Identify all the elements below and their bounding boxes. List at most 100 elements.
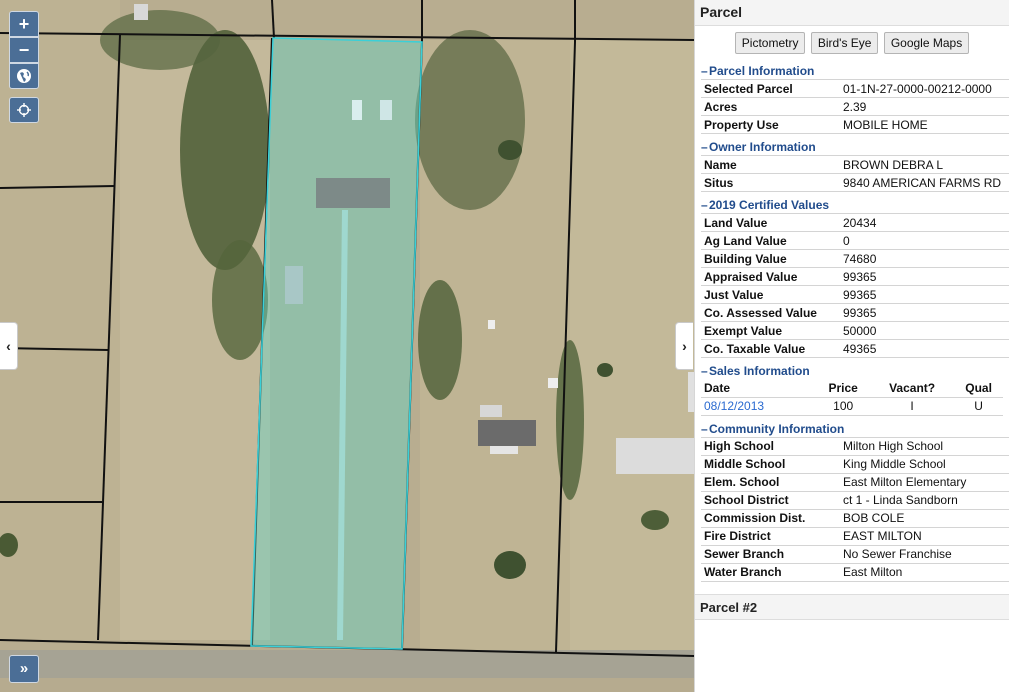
collapse-left-tab[interactable]: ‹ xyxy=(0,322,18,370)
table-row: Co. Assessed Value 99365 xyxy=(701,303,1009,322)
row-label: Selected Parcel xyxy=(701,79,840,98)
certified-values-header[interactable]: –2019 Certified Values xyxy=(695,192,1009,213)
row-label: Co. Taxable Value xyxy=(701,339,840,358)
table-row: Fire District EAST MILTON xyxy=(701,527,1009,546)
row-value: 50000 xyxy=(840,321,1009,340)
row-value: 49365 xyxy=(840,339,1009,358)
table-header-row: Date Price Vacant? Qual xyxy=(701,379,1003,398)
birds-eye-button[interactable]: Bird's Eye xyxy=(810,32,879,54)
row-value: 9840 AMERICAN FARMS RD xyxy=(840,173,1009,192)
table-row: Selected Parcel 01-1N-27-0000-00212-0000 xyxy=(701,79,1009,98)
row-value: 74680 xyxy=(840,249,1009,268)
row-value: MOBILE HOME xyxy=(840,115,1009,134)
col-header-qual: Qual xyxy=(954,379,1003,398)
table-row: Ag Land Value 0 xyxy=(701,231,1009,250)
col-header-vacant: Vacant? xyxy=(870,379,955,398)
sales-table: Date Price Vacant? Qual 08/12/2013 100 I… xyxy=(701,379,1003,416)
table-row: Co. Taxable Value 49365 xyxy=(701,339,1009,358)
row-value: BROWN DEBRA L xyxy=(840,155,1009,174)
row-value: 99365 xyxy=(840,303,1009,322)
row-value: Milton High School xyxy=(840,436,1009,456)
row-value: 2.39 xyxy=(840,97,1009,116)
table-row: Name BROWN DEBRA L xyxy=(701,155,1009,174)
row-label: Middle School xyxy=(701,455,840,474)
table-row: High School Milton High School xyxy=(701,436,1009,456)
toggle-panel-tab[interactable]: › xyxy=(675,322,693,370)
section-title-text: Sales Information xyxy=(709,364,810,378)
table-row: Middle School King Middle School xyxy=(701,455,1009,474)
col-header-date: Date xyxy=(701,379,817,398)
table-row: Commission Dist. BOB COLE xyxy=(701,509,1009,528)
community-info-header[interactable]: –Community Information xyxy=(695,416,1009,437)
row-label: Situs xyxy=(701,173,840,192)
row-label: Ag Land Value xyxy=(701,231,840,250)
row-value: East Milton Elementary xyxy=(840,473,1009,492)
expand-toolbar-button[interactable]: » xyxy=(9,655,39,683)
section-title-text: Community Information xyxy=(709,421,845,436)
zoom-in-button[interactable]: + xyxy=(9,11,39,37)
row-value: 20434 xyxy=(840,213,1009,232)
row-value: East Milton xyxy=(840,563,1009,582)
row-label: Acres xyxy=(701,97,840,116)
row-label: Elem. School xyxy=(701,473,840,492)
zoom-out-button[interactable]: − xyxy=(9,37,39,63)
parcel-panel: Parcel Pictometry Bird's Eye Google Maps… xyxy=(694,0,1009,692)
row-value: BOB COLE xyxy=(840,509,1009,528)
selected-parcel-highlight xyxy=(250,37,423,650)
row-value: 0 xyxy=(840,231,1009,250)
row-label: Appraised Value xyxy=(701,267,840,286)
table-row: Acres 2.39 xyxy=(701,97,1009,116)
row-label: High School xyxy=(701,436,840,456)
row-label: Fire District xyxy=(701,527,840,546)
locate-button[interactable] xyxy=(9,97,39,123)
table-row: Situs 9840 AMERICAN FARMS RD xyxy=(701,173,1009,192)
owner-info-table: Name BROWN DEBRA L Situs 9840 AMERICAN FAR… xyxy=(701,155,1009,192)
community-info-table: High School Milton High School Middle Sch… xyxy=(701,436,1009,582)
row-label: Commission Dist. xyxy=(701,509,840,528)
aerial-imagery xyxy=(0,0,694,692)
table-row: Land Value 20434 xyxy=(701,213,1009,232)
sales-info-header[interactable]: –Sales Information xyxy=(695,358,1009,379)
external-links: Pictometry Bird's Eye Google Maps xyxy=(695,26,1009,58)
collapse-icon: – xyxy=(701,421,708,436)
second-parcel-header[interactable]: Parcel #2 xyxy=(695,593,1009,620)
row-label: Name xyxy=(701,155,840,174)
row-value: ct 1 - Linda Sandborn xyxy=(840,491,1009,510)
collapse-icon: – xyxy=(701,198,708,212)
row-value: King Middle School xyxy=(840,455,1009,474)
row-label: Property Use xyxy=(701,115,840,134)
row-label: Co. Assessed Value xyxy=(701,303,840,322)
certified-values-table: Land Value 20434 Ag Land Value 0 Building … xyxy=(701,213,1009,358)
table-row: School District ct 1 - Linda Sandborn xyxy=(701,491,1009,510)
section-title-text: Parcel Information xyxy=(709,64,815,78)
owner-info-header[interactable]: –Owner Information xyxy=(695,134,1009,155)
section-title-text: Owner Information xyxy=(709,140,816,154)
row-value: 99365 xyxy=(840,267,1009,286)
table-row: Sewer Branch No Sewer Franchise xyxy=(701,545,1009,564)
table-row: Water Branch East Milton xyxy=(701,563,1009,582)
panel-title: Parcel xyxy=(695,0,1009,26)
table-row: Property Use MOBILE HOME xyxy=(701,115,1009,134)
sale-date-link[interactable]: 08/12/2013 xyxy=(701,397,817,416)
parcel-info-table: Selected Parcel 01-1N-27-0000-00212-0000 … xyxy=(701,79,1009,134)
globe-icon xyxy=(17,69,31,83)
globe-button[interactable] xyxy=(9,63,39,89)
table-row: Elem. School East Milton Elementary xyxy=(701,473,1009,492)
map-view[interactable]: + − ‹ › » xyxy=(0,0,694,692)
crosshair-icon xyxy=(17,103,31,117)
pictometry-button[interactable]: Pictometry xyxy=(734,32,806,54)
row-label: Sewer Branch xyxy=(701,545,840,564)
selected-parcel-link[interactable]: 01-1N-27-0000-00212-0000 xyxy=(840,79,1009,98)
google-maps-button[interactable]: Google Maps xyxy=(883,32,970,54)
collapse-icon: – xyxy=(701,364,708,378)
sale-qual: U xyxy=(954,397,1003,416)
col-header-price: Price xyxy=(816,379,871,398)
table-row: 08/12/2013 100 I U xyxy=(701,397,1003,416)
parcel-info-header[interactable]: –Parcel Information xyxy=(695,58,1009,79)
section-title-text: 2019 Certified Values xyxy=(709,198,830,212)
row-label: Exempt Value xyxy=(701,321,840,340)
collapse-icon: – xyxy=(701,64,708,78)
table-row: Exempt Value 50000 xyxy=(701,321,1009,340)
row-value: EAST MILTON xyxy=(840,527,1009,546)
collapse-icon: – xyxy=(701,140,708,154)
